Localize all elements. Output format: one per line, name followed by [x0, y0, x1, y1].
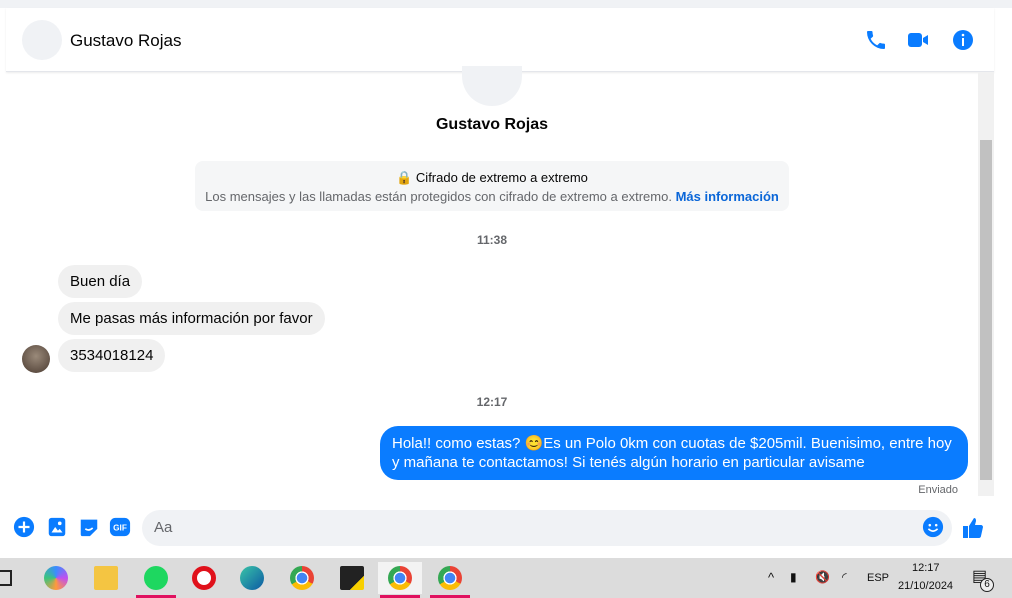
avatar[interactable]: [22, 20, 62, 60]
chat-window: Gustavo Rojas Gustavo Rojas 🔒 Cifrado de…: [6, 8, 994, 558]
chevron-up-icon[interactable]: ^: [768, 570, 774, 585]
volume-muted-icon[interactable]: 🔇: [815, 570, 830, 584]
chrome-profile-icon[interactable]: [378, 562, 422, 598]
message-incoming[interactable]: 3534018124: [58, 339, 166, 372]
phone-icon[interactable]: [864, 28, 888, 52]
chrome-icon[interactable]: [280, 562, 324, 594]
encryption-text: Los mensajes y las llamadas están proteg…: [205, 189, 672, 204]
sender-avatar[interactable]: [22, 345, 50, 373]
notification-count: 6: [980, 578, 994, 592]
sticker-icon[interactable]: [78, 516, 100, 538]
like-icon[interactable]: [961, 516, 985, 540]
wifi-icon[interactable]: ◜: [842, 570, 847, 584]
scrollbar[interactable]: [978, 72, 994, 496]
profile-name: Gustavo Rojas: [435, 116, 549, 133]
video-icon[interactable]: [906, 28, 930, 52]
chrome-profile-icon[interactable]: [428, 562, 472, 598]
gif-icon[interactable]: GIF: [109, 516, 131, 538]
emoji-icon[interactable]: [922, 516, 944, 538]
contact-name[interactable]: Gustavo Rojas: [70, 31, 182, 51]
chat-header: Gustavo Rojas: [6, 8, 994, 72]
encryption-notice: 🔒 Cifrado de extremo a extremo Los mensa…: [195, 161, 789, 211]
info-icon[interactable]: [951, 28, 975, 52]
message-incoming[interactable]: Me pasas más información por favor: [58, 302, 325, 335]
language-indicator[interactable]: ESP: [867, 572, 889, 584]
sticky-notes-icon[interactable]: [330, 562, 374, 594]
scrollbar-thumb[interactable]: [980, 140, 992, 480]
message-outgoing[interactable]: Hola!! como estas? 😊Es un Polo 0km con c…: [380, 426, 968, 480]
message-input[interactable]: Aa: [142, 510, 952, 546]
more-info-link[interactable]: Más información: [676, 189, 779, 204]
edge-icon[interactable]: [230, 562, 274, 594]
top-bar: [0, 0, 1012, 8]
encryption-title: Cifrado de extremo a extremo: [415, 170, 588, 185]
lock-icon: 🔒: [396, 170, 413, 185]
sent-status: Enviado: [918, 484, 958, 496]
clock-date[interactable]: 21/10/2024: [898, 580, 953, 592]
task-view-icon[interactable]: [0, 570, 12, 586]
svg-text:GIF: GIF: [113, 524, 127, 533]
profile-avatar: [462, 66, 522, 106]
copilot-icon[interactable]: [34, 562, 78, 594]
image-icon[interactable]: [46, 516, 68, 538]
opera-icon[interactable]: [182, 562, 226, 594]
battery-icon[interactable]: ▮: [790, 570, 797, 584]
taskbar: ^ ▮ 🔇 ◜ ESP 12:17 21/10/2024 ▤ 6: [0, 558, 1012, 598]
composer: GIF Aa: [6, 508, 994, 548]
plus-icon[interactable]: [13, 516, 35, 538]
clock-time[interactable]: 12:17: [912, 562, 940, 574]
timestamp: 11:38: [476, 233, 508, 247]
timestamp: 12:17: [476, 395, 508, 409]
message-incoming[interactable]: Buen día: [58, 265, 143, 298]
file-explorer-icon[interactable]: [84, 562, 128, 594]
spotify-icon[interactable]: [134, 562, 178, 598]
